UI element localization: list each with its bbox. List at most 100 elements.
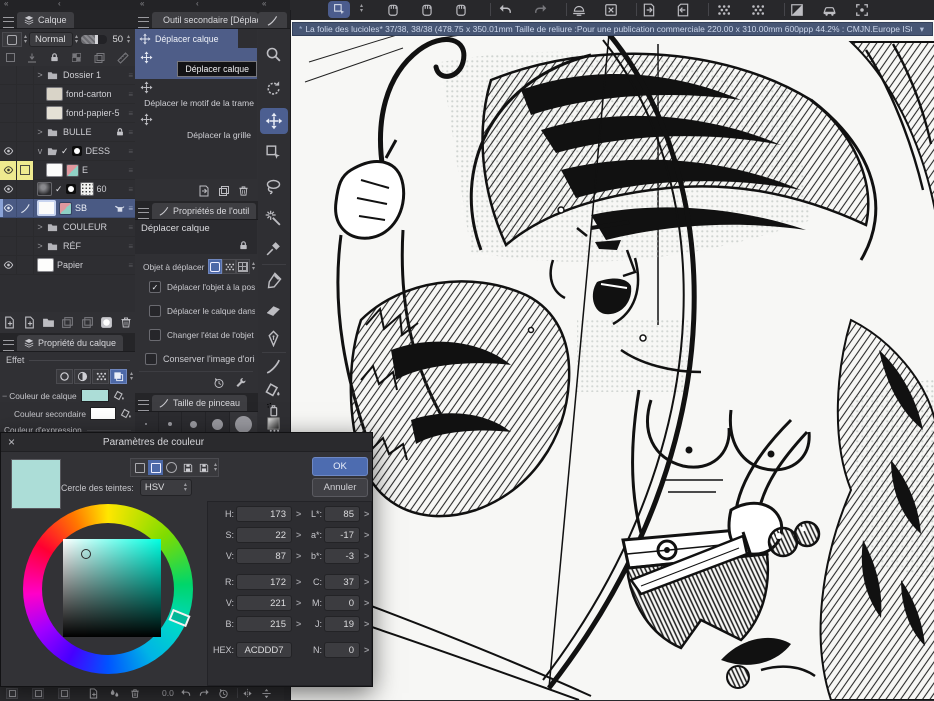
lasso-selection-tool[interactable] [265, 178, 282, 195]
touch-gesture-1-icon[interactable] [386, 3, 400, 17]
drag-handle[interactable]: ≡ [128, 90, 133, 99]
halftone-effect-button[interactable] [92, 369, 109, 384]
checkbox-move-in-selection[interactable] [149, 305, 161, 317]
visibility-toggle[interactable] [0, 256, 17, 275]
secondary-color-swatch[interactable] [90, 407, 116, 420]
blend-thumbnail-box[interactable] [2, 32, 22, 47]
fit-to-screen-button[interactable] [261, 688, 272, 699]
visibility-toggle[interactable] [0, 142, 17, 161]
blend-mode-spinner[interactable]: ▴▾ [75, 35, 78, 44]
color-settings-dialog[interactable]: × Paramètres de couleur ▴▾ Cercle des te… [0, 432, 373, 687]
rotate-cw-button[interactable] [199, 688, 210, 699]
opacity-spinner[interactable]: ▴▾ [127, 35, 130, 44]
drag-handle[interactable]: ≡ [128, 71, 133, 80]
blend-mode-select[interactable]: Normal [29, 32, 73, 47]
workspace-toggle-1[interactable] [6, 688, 18, 699]
delete-page-button[interactable] [130, 688, 140, 699]
layer-row-dossier-1[interactable]: > Dossier 1 ≡ [0, 66, 135, 85]
new-layer-settings-button[interactable] [23, 316, 36, 329]
subtool-item-deplacer-calque[interactable]: Déplacer calque [135, 48, 257, 79]
field-value-c[interactable]: 37 [324, 574, 360, 590]
next-page-button[interactable] [642, 3, 656, 17]
delete-selection-button[interactable] [604, 3, 618, 17]
undo-button[interactable] [498, 3, 512, 17]
checkbox-move-to-clicked[interactable]: ✓ [149, 281, 161, 293]
edit-indicator[interactable] [17, 161, 34, 180]
fountain-pen-tool[interactable] [265, 330, 282, 347]
field-value-n[interactable]: 0 [324, 642, 360, 658]
current-tool-button[interactable] [328, 1, 350, 18]
airbrush-tool[interactable] [266, 402, 281, 417]
move-layer-tool[interactable] [260, 108, 288, 134]
touch-gesture-2-icon[interactable] [420, 3, 434, 17]
sv-square[interactable] [63, 539, 161, 637]
view-circle-button[interactable] [164, 460, 179, 475]
hue-mode-select[interactable]: HSV ▴▾ [140, 479, 192, 496]
layer-row-dess[interactable]: v ✓ DESS ≡ [0, 142, 135, 161]
view-mode-spinner[interactable]: ▴▾ [214, 463, 217, 472]
vehicle-material-button[interactable] [822, 3, 837, 17]
subtool-item-deplacer-motif-trame[interactable]: Déplacer le motif de la trame [135, 79, 257, 111]
transfer-down-button[interactable] [61, 316, 74, 329]
drag-handle[interactable]: ≡ [128, 223, 133, 232]
layer-color-effect-button[interactable] [110, 369, 127, 384]
touch-gesture-3-icon[interactable] [454, 3, 468, 17]
auto-select-tool[interactable] [265, 210, 282, 227]
drag-handle[interactable]: ≡ [128, 261, 133, 270]
set-ruler-icon[interactable] [117, 52, 129, 64]
drag-handle[interactable]: ≡ [128, 166, 133, 175]
lock-transparent-pixels-icon[interactable] [71, 52, 82, 63]
pen-tool[interactable] [265, 272, 282, 289]
create-mask-button[interactable] [100, 316, 113, 329]
collapse-mid-panel[interactable]: « [140, 0, 144, 8]
clip-to-layer-below-icon[interactable] [26, 52, 38, 64]
brush-size-menu-button[interactable] [135, 400, 152, 411]
restore-defaults-button[interactable] [213, 377, 225, 389]
effect-spinner[interactable]: ▴▾ [130, 372, 133, 381]
tab-propriete-du-calque[interactable]: Propriété du calque [17, 335, 123, 351]
merge-down-button[interactable] [81, 316, 94, 329]
drag-handle[interactable]: ≡ [128, 242, 133, 251]
invert-colors-button[interactable] [790, 3, 804, 17]
sv-marker[interactable] [81, 549, 91, 559]
clear-dust-button[interactable] [572, 3, 586, 17]
mask-thumbnail[interactable] [71, 145, 83, 157]
stepper-bstar[interactable]: > [364, 551, 369, 561]
layer-row-fond-carton[interactable]: fond-carton ≡ [0, 85, 135, 104]
tool-property-menu-button[interactable] [135, 208, 152, 219]
stepper-j[interactable]: > [364, 619, 369, 629]
enable-mask-icon[interactable] [93, 52, 106, 64]
select-area-button[interactable] [855, 3, 869, 17]
border-effect-button[interactable] [56, 369, 73, 384]
save-settings-as-button[interactable] [196, 460, 211, 475]
field-value-astar[interactable]: -17 [324, 527, 360, 543]
tool-spinner[interactable]: ▴▾ [360, 4, 363, 13]
stepper-lstar[interactable]: > [364, 509, 369, 519]
field-value-h[interactable]: 173 [236, 506, 292, 522]
layer-panel-menu-button[interactable] [0, 17, 17, 28]
rotate-canvas-tool[interactable] [265, 80, 282, 97]
new-folder-button[interactable] [42, 316, 55, 329]
thumbnail-toggle-icon[interactable] [6, 53, 15, 62]
reset-rotation-button[interactable] [218, 688, 229, 699]
tool-settings-button[interactable] [235, 377, 247, 389]
view-square-small-button[interactable] [132, 460, 147, 475]
subtool-panel-menu-button[interactable] [135, 17, 152, 28]
opacity-slider[interactable] [81, 35, 107, 44]
visibility-toggle[interactable] [0, 104, 17, 123]
tab-calque[interactable]: Calque [17, 12, 74, 28]
layer-property-menu-button[interactable] [0, 340, 17, 351]
previous-page-button[interactable] [676, 3, 690, 17]
field-value-v[interactable]: 87 [236, 548, 292, 564]
cancel-button[interactable]: Annuler [312, 478, 368, 497]
import-subtool-button[interactable] [198, 185, 210, 197]
workspace-toggle-3[interactable] [58, 688, 70, 699]
duplicate-subtool-button[interactable] [218, 185, 230, 197]
drag-handle[interactable]: ≡ [128, 204, 133, 213]
remove-tone-button[interactable] [750, 3, 764, 17]
field-value-vert[interactable]: 221 [236, 595, 292, 611]
stepper-c[interactable]: > [364, 577, 369, 587]
layer-row-bulle[interactable]: > BULLE ≡ [0, 123, 135, 142]
document-title-bar[interactable]: * La folie des lucioles* 37/38, 38/38 (4… [292, 22, 933, 36]
visibility-toggle[interactable] [0, 218, 17, 237]
